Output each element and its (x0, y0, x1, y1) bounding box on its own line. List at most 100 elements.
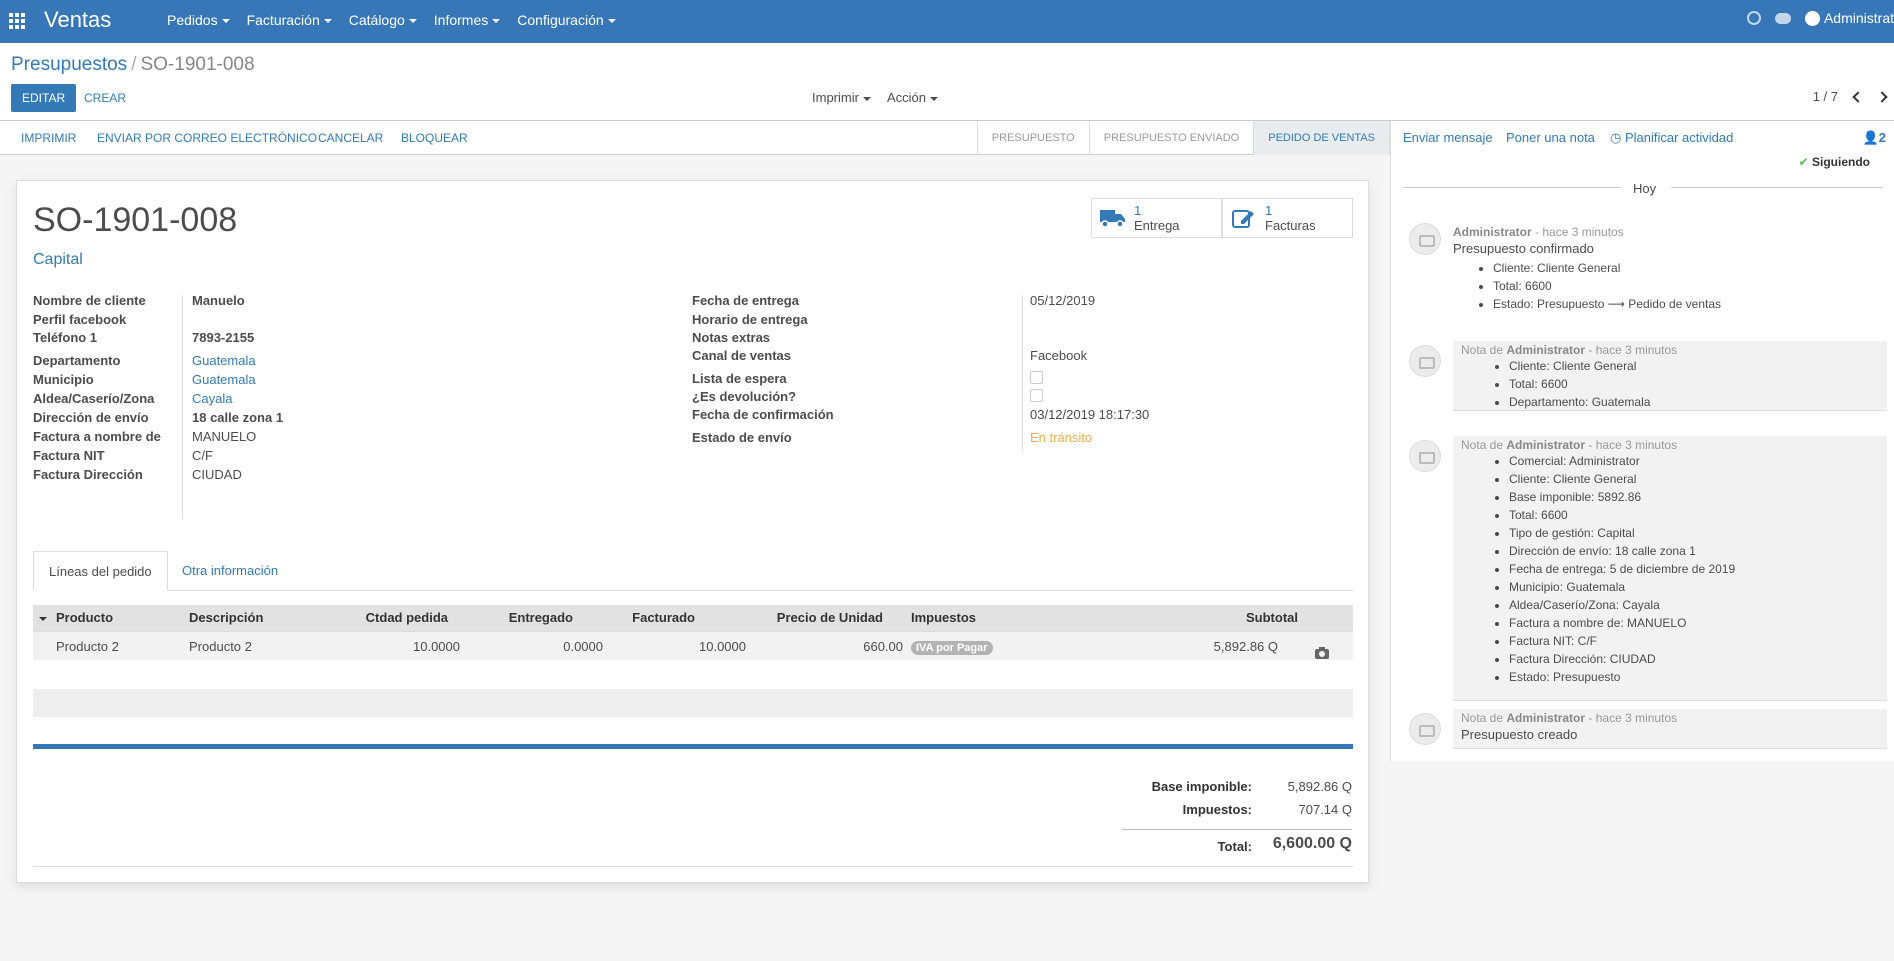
invoices-count: 1 (1265, 202, 1273, 218)
app-title[interactable]: Ventas (44, 7, 111, 33)
chat-icon[interactable] (1774, 12, 1791, 24)
col-subtotal[interactable]: Subtotal (1183, 605, 1298, 631)
is-return-checkbox[interactable] (1030, 389, 1043, 402)
sort-caret-icon[interactable] (39, 605, 49, 631)
following-status[interactable]: ✔ Siguiendo (1799, 155, 1870, 169)
field-label: Perfil facebook (33, 312, 127, 327)
tracking-list: Cliente: Cliente General Total: 6600 Est… (1493, 259, 1879, 313)
delivery-smart-button[interactable]: 1 Entrega (1091, 198, 1222, 238)
stage-sales-order[interactable]: PEDIDO DE VENTAS (1254, 121, 1390, 155)
field-value[interactable]: C/F (192, 448, 213, 463)
tracking-item: Cliente: Cliente General (1493, 259, 1879, 277)
tracking-item: Dirección de envío: 18 calle zona 1 (1509, 542, 1879, 560)
tracking-item: Municipio: Guatemala (1509, 578, 1879, 596)
field-waiting-list: Lista de espera (692, 371, 1332, 389)
author-name[interactable]: Administrator (1506, 343, 1585, 357)
menu-catalogo[interactable]: Catálogo (349, 12, 417, 28)
field-label: Municipio (33, 372, 94, 387)
action-dropdown[interactable]: Acción (887, 90, 939, 105)
field-value[interactable]: Manuelo (192, 293, 245, 308)
tab-order-lines[interactable]: Líneas del pedido (33, 551, 168, 591)
field-zone: Aldea/Caserío/Zona Cayala (33, 391, 633, 410)
field-value[interactable]: 03/12/2019 18:17:30 (1030, 407, 1149, 422)
author-avatar[interactable] (1409, 223, 1441, 255)
chevron-right-icon[interactable] (1876, 90, 1888, 103)
field-value-wrap (1030, 389, 1043, 405)
author-name[interactable]: Administrator (1453, 225, 1532, 239)
author-name[interactable]: Administrator (1506, 438, 1585, 452)
note-body: Nota de Administrator - hace 3 minutos C… (1453, 436, 1887, 701)
invoices-smart-button[interactable]: 1 Facturas (1222, 198, 1353, 238)
field-facebook-profile: Perfil facebook (33, 312, 633, 330)
field-label: Dirección de envío (33, 410, 149, 425)
lock-button[interactable]: BLOQUEAR (401, 121, 468, 155)
col-invoiced[interactable]: Facturado (613, 605, 695, 631)
message-header: Administrator - hace 3 minutos (1453, 225, 1879, 239)
menu-pedidos[interactable]: Pedidos (167, 12, 230, 28)
field-value[interactable]: Facebook (1030, 348, 1087, 363)
field-value[interactable]: MANUELO (192, 429, 256, 444)
field-label: Factura a nombre de (33, 429, 161, 444)
author-name[interactable]: Administrator (1506, 711, 1585, 725)
camera-icon[interactable] (1315, 640, 1329, 669)
delivery-label: Entrega (1134, 217, 1180, 233)
menu-facturacion[interactable]: Facturación (247, 12, 332, 28)
apps-menu-icon[interactable] (9, 13, 27, 29)
stage-quotation[interactable]: PRESUPUESTO (978, 121, 1090, 155)
field-is-return: ¿Es devolución? (692, 389, 1332, 407)
print-dropdown[interactable]: Imprimir (812, 90, 871, 105)
create-button[interactable]: CREAR (84, 84, 126, 112)
edit-button[interactable]: EDITAR (11, 84, 77, 112)
tracking-item: Total: 6600 (1509, 506, 1879, 524)
log-note-button[interactable]: Poner una nota (1506, 121, 1595, 155)
table-row[interactable]: Producto 2 Producto 2 10.0000 0.0000 10.… (33, 631, 1353, 660)
note-body: Nota de Administrator - hace 3 minutos C… (1453, 341, 1887, 411)
field-value[interactable]: CIUDAD (192, 467, 242, 482)
field-delivery-date: Fecha de entrega 05/12/2019 (692, 293, 1332, 312)
record-subtitle[interactable]: Capital (33, 251, 83, 269)
author-avatar[interactable] (1409, 440, 1441, 472)
menu-configuracion[interactable]: Configuración (517, 12, 616, 28)
col-product[interactable]: Producto (56, 605, 113, 631)
field-value[interactable]: Guatemala (192, 353, 256, 368)
chevron-left-icon[interactable] (1852, 90, 1864, 103)
col-qty-ordered[interactable]: Ctdad pedida (333, 605, 448, 631)
tab-other-info[interactable]: Otra información (167, 551, 293, 591)
print-button[interactable]: IMPRIMIR (21, 121, 76, 155)
add-line-row[interactable] (33, 689, 1353, 717)
user-name[interactable]: Administrat (1824, 10, 1894, 26)
cancel-button[interactable]: CANCELAR (318, 121, 383, 155)
truck-icon (1100, 210, 1125, 228)
order-totals: Base imponible: 5,892.86 Q Impuestos: 707.… (1122, 779, 1352, 858)
field-municipality: Municipio Guatemala (33, 372, 633, 391)
col-unit-price[interactable]: Precio de Unidad (733, 605, 883, 631)
field-value[interactable]: 18 calle zona 1 (192, 410, 283, 425)
total-label: Total: (1217, 839, 1252, 854)
pager-value[interactable]: 1 / 7 (1813, 89, 1838, 104)
user-avatar[interactable] (1804, 10, 1820, 26)
waiting-list-checkbox[interactable] (1030, 371, 1043, 384)
field-value[interactable]: En tránsito (1030, 430, 1092, 445)
tracking-item: Fecha de entrega: 5 de diciembre de 2019 (1509, 560, 1879, 578)
followers-button[interactable]: 👤2 (1863, 121, 1886, 155)
menu-informes[interactable]: Informes (434, 12, 501, 28)
author-avatar[interactable] (1409, 713, 1441, 745)
field-value[interactable]: 05/12/2019 (1030, 293, 1095, 308)
send-email-button[interactable]: ENVIAR POR CORREO ELECTRÓNICO (97, 121, 317, 155)
col-description[interactable]: Descripción (189, 605, 263, 631)
breadcrumb-parent[interactable]: Presupuestos (11, 54, 127, 75)
systray: Administrat (1746, 10, 1894, 26)
field-value[interactable]: Cayala (192, 391, 232, 406)
stage-quotation-sent[interactable]: PRESUPUESTO ENVIADO (1090, 121, 1255, 155)
schedule-activity-button[interactable]: ◷ Planificar actividad (1610, 121, 1733, 155)
field-value[interactable]: 7893-2155 (192, 330, 254, 345)
field-value[interactable]: Guatemala (192, 372, 256, 387)
send-message-button[interactable]: Enviar mensaje (1403, 121, 1493, 155)
col-taxes[interactable]: Impuestos (911, 605, 976, 631)
clock-icon[interactable] (1746, 11, 1761, 25)
tracking-item: Comercial: Administrator (1509, 452, 1879, 470)
col-delivered[interactable]: Entregado (493, 605, 573, 631)
author-avatar[interactable] (1409, 345, 1441, 377)
user-icon: 👤 (1862, 130, 1879, 145)
message-body: Administrator - hace 3 minutos Presupues… (1445, 223, 1887, 315)
